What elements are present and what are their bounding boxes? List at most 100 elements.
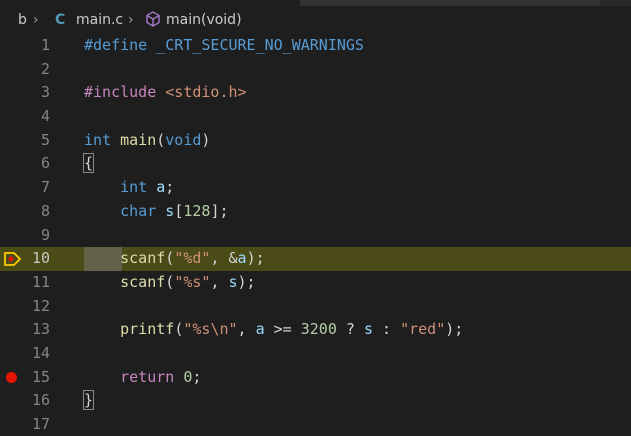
code-token: 128	[183, 201, 211, 220]
code-token: "%s"	[174, 272, 211, 291]
code-token: ,	[210, 272, 229, 291]
code-line[interactable]: 16}	[0, 389, 631, 413]
code-line[interactable]: 6{	[0, 152, 631, 176]
code-token: :	[373, 320, 401, 339]
code-token: {	[82, 153, 95, 174]
code-token: #define	[84, 36, 157, 54]
code-token: [	[174, 201, 184, 220]
code-token: "red"	[400, 320, 446, 339]
code-text[interactable]: #include <stdio.h>	[84, 81, 247, 105]
line-number: 8	[40, 201, 50, 220]
code-token: );	[445, 320, 464, 339]
line-number: 6	[40, 154, 50, 173]
code-token: <stdio.h>	[165, 83, 247, 102]
code-text[interactable]: int main(void)	[84, 129, 210, 153]
line-number: 1	[40, 36, 50, 54]
code-token: (	[165, 272, 175, 291]
code-line[interactable]: 9	[0, 224, 631, 248]
line-number: 7	[40, 178, 50, 197]
code-text[interactable]: {	[82, 152, 95, 176]
code-token: "%d"	[174, 249, 211, 268]
line-number: 9	[40, 225, 50, 244]
code-text[interactable]: scanf("%s", s);	[84, 271, 255, 295]
code-token: scanf	[120, 272, 166, 291]
code-token: a	[156, 178, 166, 197]
breadcrumb-file[interactable]: main.c	[76, 10, 123, 30]
breadcrumb-symbol[interactable]: main(void)	[166, 10, 242, 30]
code-line[interactable]: 4	[0, 105, 631, 129]
code-line[interactable]: 17	[0, 413, 631, 436]
code-token: 3200	[300, 320, 337, 339]
code-token: "%s\n"	[183, 320, 238, 339]
code-token: , &	[210, 249, 238, 268]
code-token: a	[255, 320, 265, 339]
line-number: 10	[31, 249, 50, 268]
line-number: 11	[31, 272, 50, 291]
code-text[interactable]: #define _CRT_SECURE_NO_WARNINGS	[84, 34, 364, 58]
line-number: 15	[31, 367, 50, 386]
code-token: int	[120, 178, 148, 197]
code-line[interactable]: 5 int main(void)	[0, 129, 631, 153]
code-token: ;	[165, 178, 175, 197]
line-number: 4	[40, 107, 50, 126]
code-text[interactable]: }	[82, 389, 95, 413]
line-number: 17	[31, 415, 50, 433]
code-token: ?	[336, 320, 364, 339]
code-token: _CRT_SECURE_NO_WARNINGS	[156, 36, 364, 54]
code-token: (	[174, 320, 184, 339]
code-token: }	[82, 390, 95, 411]
code-token: (	[165, 249, 175, 268]
code-token: ,	[237, 320, 256, 339]
code-line[interactable]: 3 #include <stdio.h>	[0, 81, 631, 105]
code-token: scanf	[120, 249, 166, 268]
cube-icon	[146, 11, 160, 27]
code-token: (	[156, 130, 166, 149]
code-line[interactable]: 11 scanf("%s", s);	[0, 271, 631, 295]
code-line[interactable]: 1 #define _CRT_SECURE_NO_WARNINGS	[0, 34, 631, 58]
code-line[interactable]: 2	[0, 58, 631, 82]
code-token: >=	[264, 320, 301, 339]
code-line[interactable]: 10 scanf("%d", &a);	[0, 247, 631, 271]
code-line[interactable]: 13 printf("%s\n", a >= 3200 ? s : "red")…	[0, 318, 631, 342]
code-text[interactable]: scanf("%d", &a);	[84, 247, 265, 271]
line-number: 2	[40, 59, 50, 78]
breadcrumb-folder[interactable]: b	[18, 10, 27, 30]
code-token: a	[237, 249, 247, 268]
code-token: #include	[84, 83, 166, 102]
code-editor[interactable]: b › C main.c › main(void) 1 #define _CRT_…	[0, 0, 631, 436]
code-token: return	[120, 367, 175, 386]
code-token: int	[84, 130, 112, 149]
line-number: 12	[31, 296, 50, 315]
line-number: 16	[31, 391, 50, 410]
code-token: s	[363, 320, 373, 339]
code-token: );	[246, 249, 265, 268]
line-number: 13	[31, 320, 50, 339]
code-text[interactable]: return 0;	[84, 366, 201, 390]
line-number: 14	[31, 343, 50, 362]
code-token: char	[120, 201, 157, 220]
code-line[interactable]: 7 int a;	[0, 176, 631, 200]
chevron-right-icon: ›	[128, 12, 134, 28]
code-line[interactable]: 15 return 0;	[0, 366, 631, 390]
code-line[interactable]: 12	[0, 295, 631, 319]
code-text[interactable]: int a;	[84, 176, 174, 200]
code-line[interactable]: 8 char s[128];	[0, 200, 631, 224]
code-area[interactable]: 1 #define _CRT_SECURE_NO_WARNINGS 2 3 #inclu…	[0, 34, 631, 436]
code-text[interactable]: char s[128];	[84, 200, 228, 224]
code-token: printf	[120, 320, 175, 339]
code-token: main	[120, 130, 157, 149]
chevron-right-icon: ›	[33, 12, 39, 28]
code-token: )	[201, 130, 211, 149]
code-line[interactable]: 14	[0, 342, 631, 366]
code-text[interactable]: printf("%s\n", a >= 3200 ? s : "red");	[84, 318, 463, 342]
c-file-icon: C	[55, 12, 66, 28]
